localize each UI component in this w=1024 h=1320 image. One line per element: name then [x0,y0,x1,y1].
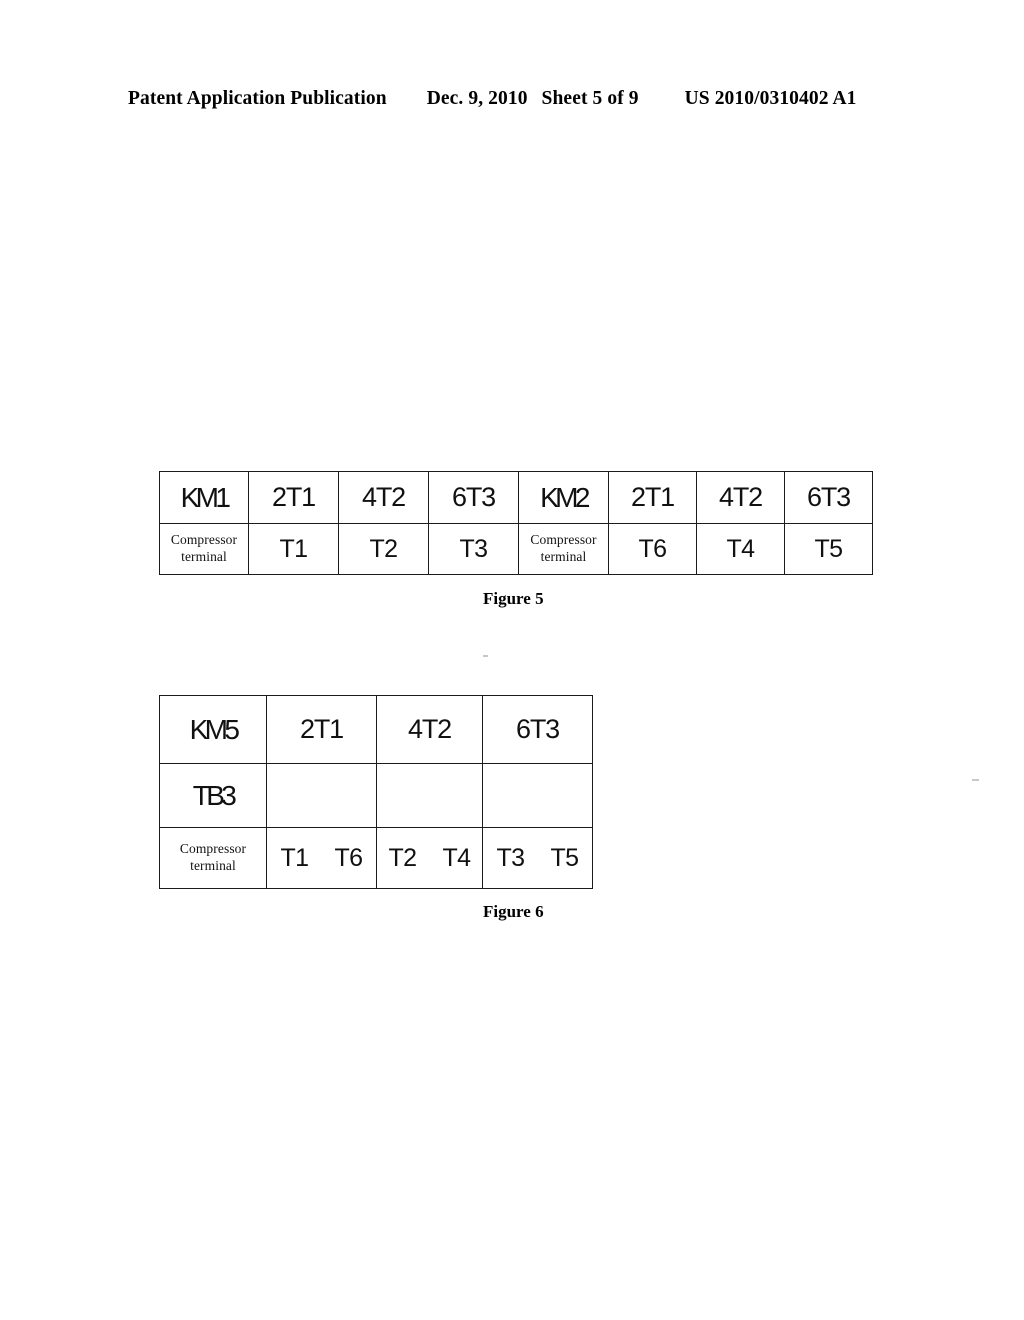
figure6-caption: Figure 6 [483,902,544,921]
figure5-header-6t3-b: 6T3 [807,482,851,512]
figure5-compressor-label-a-line1: Compressor [170,532,238,548]
figure5-cell-terminal-6t3-b: 6T3 [784,471,873,524]
figure5-header-4t2-a: 4T2 [362,482,406,512]
figure6-pair-3-group: T3 T5 [483,843,592,872]
figure5-value-t4: T4 [726,534,756,563]
publication-title: Patent Application Publication [128,88,387,109]
figure6-cell-terminal-2t1: 2T1 [266,695,377,764]
scan-speck [483,655,488,657]
figure5-cell-value-t6: T6 [608,523,697,575]
figure5-value-t3: T3 [459,534,489,563]
figure6-header-6t3: 6T3 [516,714,560,744]
figure6-pair-2-left: T2 [388,843,418,872]
figure5-cell-terminal-6t3-a: 6T3 [428,471,519,524]
figure5-value-t2: T2 [369,534,399,563]
figure6-cell-pair-1: T1 T6 [266,827,377,889]
figure5-cell-terminal-2t1-a: 2T1 [248,471,339,524]
figure6-cell-pair-2: T2 T4 [376,827,483,889]
figure6-cell-pair-3: T3 T5 [482,827,593,889]
figure5-value-t1: T1 [279,534,309,563]
figure6-cell-blank-1 [266,763,377,828]
figure6-header-2t1: 2T1 [300,714,344,744]
figure6-pair-1-left: T1 [280,843,310,872]
figure6-cell-compressor-label: Compressor terminal [159,827,267,889]
figure6-cell-terminal-4t2: 4T2 [376,695,483,764]
figure5-cell-value-t3: T3 [428,523,519,575]
table-row: Compressor terminal T1 T6 T2 T4 T3 T5 [159,827,593,889]
figure5-contactor-1-label: KM1 [180,481,231,513]
figure6-compressor-label-line2: terminal [190,858,236,873]
figure6-compressor-label-line1: Compressor [179,841,247,857]
table-row: KM5 2T1 4T2 6T3 [159,695,593,764]
figure5-cell-compressor-label-a: Compressor terminal [159,523,249,575]
figure5-header-4t2-b: 4T2 [719,482,763,512]
patent-page: Patent Application Publication Dec. 9, 2… [0,0,1024,1320]
figure5-cell-terminal-4t2-a: 4T2 [338,471,429,524]
figure6-header-4t2: 4T2 [408,714,452,744]
figure6-cell-terminal-block: TB3 [159,763,267,828]
figure5-cell-terminal-4t2-b: 4T2 [696,471,785,524]
table-row: Compressor terminal T1 T2 T3 Compressor … [159,523,873,575]
figure6-pair-3-left: T3 [496,843,526,872]
publication-number: US 2010/0310402 A1 [684,88,857,109]
figure5-header-2t1-a: 2T1 [272,482,316,512]
figure5-cell-contactor-1: KM1 [159,471,249,524]
figure5-value-t6: T6 [638,534,668,563]
figure5-caption: Figure 5 [483,589,544,608]
table-row: TB3 [159,763,593,828]
figure6-table: KM5 2T1 4T2 6T3 TB3 Compressor terminal … [159,695,593,889]
figure6-cell-blank-2 [376,763,483,828]
figure6-pair-2-group: T2 T4 [377,843,482,872]
figure6-contactor-5-label: KM5 [189,713,240,745]
figure6-pair-1-right: T6 [334,843,364,872]
table-row: KM1 2T1 4T2 6T3 KM2 2T1 4T2 6T3 [159,471,873,524]
figure5-cell-value-t1: T1 [248,523,339,575]
figure6-terminal-block-label: TB3 [192,779,237,811]
figure5-table: KM1 2T1 4T2 6T3 KM2 2T1 4T2 6T3 Compress… [159,471,873,575]
figure6-pair-2-right: T4 [442,843,472,872]
publication-date: Dec. 9, 2010 [426,88,528,109]
scan-speck [972,779,979,781]
figure5-header-6t3-a: 6T3 [452,482,496,512]
figure5-compressor-label-b-line1: Compressor [530,532,597,548]
figure6-cell-blank-3 [482,763,593,828]
figure5-compressor-label-a-line2: terminal [181,549,227,564]
figure5-contactor-2-label: KM2 [540,481,590,513]
figure5-header-2t1-b: 2T1 [631,482,675,512]
figure5-cell-value-t2: T2 [338,523,429,575]
figure5-value-t5: T5 [814,534,844,563]
figure5-compressor-label-b-line2: terminal [540,549,587,564]
figure5-cell-compressor-label-b: Compressor terminal [518,523,609,575]
figure5-cell-contactor-2: KM2 [518,471,609,524]
page-header: Patent Application Publication Dec. 9, 2… [128,88,896,110]
figure6-pair-3-right: T5 [550,843,580,872]
figure6-cell-contactor-5: KM5 [159,695,267,764]
figure5-cell-terminal-2t1-b: 2T1 [608,471,697,524]
figure5-cell-value-t5: T5 [784,523,873,575]
figure6-cell-terminal-6t3: 6T3 [482,695,593,764]
figure6-pair-1-group: T1 T6 [267,843,376,872]
figure5-cell-value-t4: T4 [696,523,785,575]
sheet-number: Sheet 5 of 9 [541,88,639,109]
